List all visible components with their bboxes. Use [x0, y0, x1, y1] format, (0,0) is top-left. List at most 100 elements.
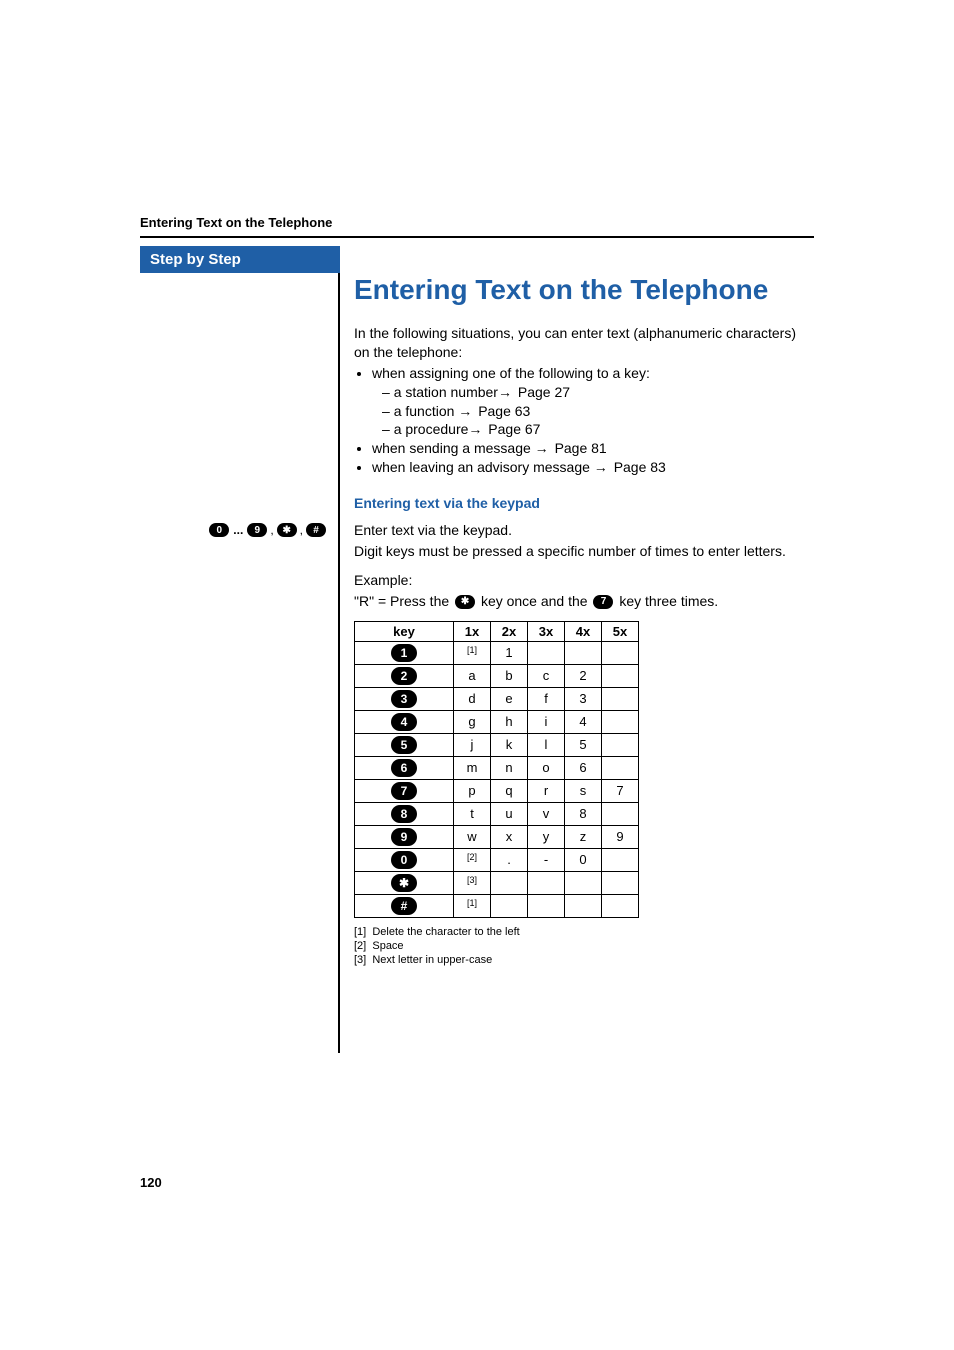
table-cell: [602, 710, 639, 733]
table-cell: 7: [602, 779, 639, 802]
example-block: Example: "R" = Press the ✱ key once and …: [354, 571, 814, 611]
col-4x: 4x: [565, 621, 602, 641]
table-cell: d: [454, 687, 491, 710]
table-cell: [602, 848, 639, 871]
table-cell: m: [454, 756, 491, 779]
separator-comma-1: ,: [270, 523, 273, 537]
key-9-icon: 9: [391, 828, 417, 846]
sub1b-ref: Page 63: [478, 403, 530, 419]
keypad-line2: Digit keys must be pressed a specific nu…: [354, 542, 814, 561]
col-1x: 1x: [454, 621, 491, 641]
bullet-assign-key: when assigning one of the following to a…: [372, 364, 814, 440]
table-row: 2abc2: [355, 664, 639, 687]
sub-function: a function → Page 63: [382, 402, 814, 421]
table-cell: [565, 641, 602, 664]
key-cell: 5: [355, 733, 454, 756]
content-area: Entering Text on the Telephone In the fo…: [340, 246, 814, 968]
example-post: key three times.: [619, 593, 718, 609]
key-3-icon: 3: [391, 690, 417, 708]
col-5x: 5x: [602, 621, 639, 641]
key-1-icon: 1: [391, 644, 417, 662]
table-cell: [565, 871, 602, 894]
table-cell: [528, 641, 565, 664]
table-cell: i: [528, 710, 565, 733]
arrow-icon: →: [535, 439, 549, 458]
separator-comma-2: ,: [300, 523, 303, 537]
key-4-icon: 4: [391, 713, 417, 731]
table-cell: 2: [565, 664, 602, 687]
key-5-icon: 5: [391, 736, 417, 754]
key-6-icon: 6: [391, 759, 417, 777]
sub-procedure: a procedure→ Page 67: [382, 420, 814, 439]
footnote-3: [3] Next letter in upper-case: [354, 954, 814, 966]
sub-bullets: a station number→ Page 27 a function → P…: [372, 383, 814, 440]
f3-text: Next letter in upper-case: [372, 954, 492, 966]
table-cell: [602, 802, 639, 825]
table-cell: [2]: [454, 848, 491, 871]
table-cell: h: [491, 710, 528, 733]
table-cell: [491, 894, 528, 917]
f2-text: Space: [372, 940, 403, 952]
two-column-layout: Step by Step 0 ... 9 , ✱ , # Entering Te…: [140, 246, 814, 1053]
table-cell: 8: [565, 802, 602, 825]
table-cell: 5: [565, 733, 602, 756]
table-row: 5jkl5: [355, 733, 639, 756]
key-8-icon: 8: [391, 805, 417, 823]
bullet3-text: when leaving an advisory message: [372, 459, 594, 475]
sidebar-key-range: 0 ... 9 , ✱ , #: [140, 523, 332, 537]
table-cell: q: [491, 779, 528, 802]
key-cell: 3: [355, 687, 454, 710]
section-title: Entering Text on the Telephone: [354, 274, 814, 306]
table-cell: w: [454, 825, 491, 848]
table-cell: [602, 641, 639, 664]
footnotes: [1] Delete the character to the left [2]…: [354, 926, 814, 966]
f2-tag: [2]: [354, 940, 366, 952]
table-cell: v: [528, 802, 565, 825]
running-head: Entering Text on the Telephone: [140, 215, 814, 230]
bullet-list: when assigning one of the following to a…: [354, 364, 814, 477]
table-cell: g: [454, 710, 491, 733]
table-cell: 1: [491, 641, 528, 664]
key-cell: #: [355, 894, 454, 917]
sub-station-number: a station number→ Page 27: [382, 383, 814, 402]
key-hash-icon: #: [306, 523, 326, 537]
key-cell: 9: [355, 825, 454, 848]
bullet2-text: when sending a message: [372, 440, 535, 456]
table-cell: b: [491, 664, 528, 687]
arrow-icon: →: [458, 402, 472, 421]
key-9-icon: 9: [247, 523, 267, 537]
keypad-line1: Enter text via the keypad.: [354, 521, 814, 540]
f1-text: Delete the character to the left: [372, 926, 519, 938]
keypad-text: Enter text via the keypad. Digit keys mu…: [354, 521, 814, 561]
sub1b-text: a function: [394, 403, 459, 419]
keypad-table: key 1x 2x 3x 4x 5x 1[1]12abc23def34ghi45…: [354, 621, 639, 918]
sub-heading: Entering text via the keypad: [354, 495, 814, 511]
example-label: Example:: [354, 571, 814, 590]
footnote-2: [2] Space: [354, 940, 814, 952]
bullet-advisory-message: when leaving an advisory message → Page …: [372, 458, 814, 477]
bullet2-ref: Page 81: [555, 440, 607, 456]
key-cell: 6: [355, 756, 454, 779]
f3-tag: [3]: [354, 954, 366, 966]
table-cell: [528, 871, 565, 894]
table-cell: a: [454, 664, 491, 687]
col-2x: 2x: [491, 621, 528, 641]
rule-top: [140, 236, 814, 238]
table-cell: [528, 894, 565, 917]
table-cell: x: [491, 825, 528, 848]
bullet1-text: when assigning one of the following to a…: [372, 365, 650, 381]
table-cell: s: [565, 779, 602, 802]
bullet3-ref: Page 83: [614, 459, 666, 475]
sub1c-ref: Page 67: [488, 421, 540, 437]
table-cell: [1]: [454, 641, 491, 664]
table-cell: z: [565, 825, 602, 848]
table-cell: 4: [565, 710, 602, 733]
key-0-icon: 0: [391, 851, 417, 869]
table-cell: n: [491, 756, 528, 779]
example-mid: key once and the: [481, 593, 592, 609]
sidebar: Step by Step 0 ... 9 , ✱ , #: [140, 246, 340, 1053]
intro-text: In the following situations, you can ent…: [354, 324, 814, 362]
key-cell: 4: [355, 710, 454, 733]
page: Entering Text on the Telephone Step by S…: [0, 0, 954, 1350]
table-cell: -: [528, 848, 565, 871]
